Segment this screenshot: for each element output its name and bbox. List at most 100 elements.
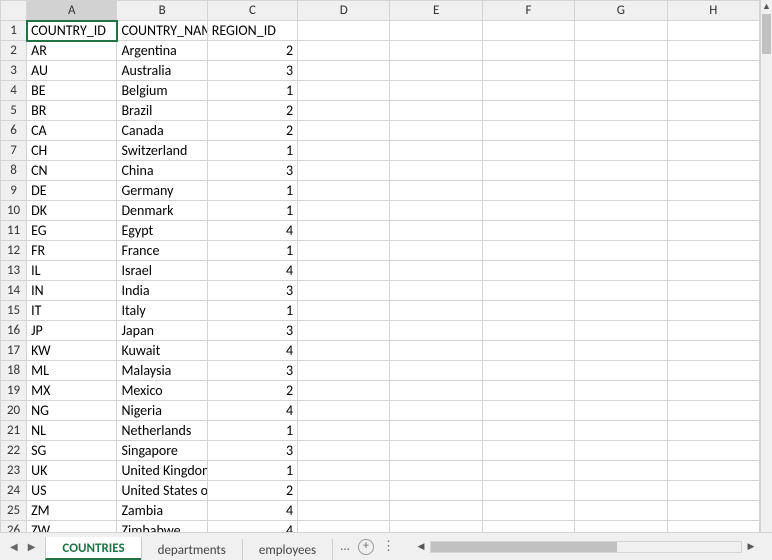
cell-G13[interactable] [575,261,667,281]
cell-D17[interactable] [298,341,390,361]
hscroll-thumb[interactable] [431,542,617,552]
cell-E21[interactable] [390,421,482,441]
row-header-17[interactable]: 17 [1,341,27,361]
cell-G24[interactable] [575,481,667,501]
cell-E7[interactable] [390,141,482,161]
row-header-21[interactable]: 21 [1,421,27,441]
cell-G15[interactable] [575,301,667,321]
cell-D22[interactable] [298,441,390,461]
cell-D15[interactable] [298,301,390,321]
column-header-D[interactable]: D [298,1,390,21]
sheet-tab-departments[interactable]: departments [141,539,243,560]
cell-B18[interactable]: Malaysia [117,361,207,381]
cell-G12[interactable] [575,241,667,261]
column-header-F[interactable]: F [482,1,574,21]
cell-D1[interactable] [298,21,390,41]
cell-C23[interactable]: 1 [207,461,297,481]
cell-F15[interactable] [482,301,574,321]
cell-E13[interactable] [390,261,482,281]
cell-E20[interactable] [390,401,482,421]
cell-A22[interactable]: SG [27,441,117,461]
cell-C9[interactable]: 1 [207,181,297,201]
cell-E26[interactable] [390,521,482,533]
cell-B6[interactable]: Canada [117,121,207,141]
cell-G20[interactable] [575,401,667,421]
cell-C22[interactable]: 3 [207,441,297,461]
cell-B2[interactable]: Argentina [117,41,207,61]
cell-E10[interactable] [390,201,482,221]
cell-H24[interactable] [667,481,759,501]
cell-F22[interactable] [482,441,574,461]
cell-D8[interactable] [298,161,390,181]
cell-D21[interactable] [298,421,390,441]
cell-A13[interactable]: IL [27,261,117,281]
cell-B24[interactable]: United States of America [117,481,207,501]
cell-C21[interactable]: 1 [207,421,297,441]
cell-H17[interactable] [667,341,759,361]
cell-B9[interactable]: Germany [117,181,207,201]
cell-G10[interactable] [575,201,667,221]
cell-C1[interactable]: REGION_ID [207,21,297,41]
cell-C15[interactable]: 1 [207,301,297,321]
cell-H13[interactable] [667,261,759,281]
cell-D25[interactable] [298,501,390,521]
cell-F16[interactable] [482,321,574,341]
cell-D7[interactable] [298,141,390,161]
cell-E12[interactable] [390,241,482,261]
row-header-11[interactable]: 11 [1,221,27,241]
cell-B21[interactable]: Netherlands [117,421,207,441]
column-header-C[interactable]: C [207,1,297,21]
cell-C18[interactable]: 3 [207,361,297,381]
cell-A3[interactable]: AU [27,61,117,81]
cell-F24[interactable] [482,481,574,501]
cell-C20[interactable]: 4 [207,401,297,421]
cell-F6[interactable] [482,121,574,141]
cell-B23[interactable]: United Kingdom [117,461,207,481]
cell-H12[interactable] [667,241,759,261]
cell-E11[interactable] [390,221,482,241]
cell-A11[interactable]: EG [27,221,117,241]
cell-F2[interactable] [482,41,574,61]
cell-E3[interactable] [390,61,482,81]
tab-overflow-label[interactable]: ... [340,539,350,554]
row-header-13[interactable]: 13 [1,261,27,281]
column-header-A[interactable]: A [27,1,117,21]
cell-H21[interactable] [667,421,759,441]
cell-G22[interactable] [575,441,667,461]
cell-E1[interactable] [390,21,482,41]
column-header-H[interactable]: H [667,1,759,21]
cell-A17[interactable]: KW [27,341,117,361]
vscroll-track[interactable] [761,14,772,518]
cell-H4[interactable] [667,81,759,101]
cell-E23[interactable] [390,461,482,481]
cell-G8[interactable] [575,161,667,181]
cell-F23[interactable] [482,461,574,481]
row-header-20[interactable]: 20 [1,401,27,421]
cell-D5[interactable] [298,101,390,121]
cell-E6[interactable] [390,121,482,141]
cell-B25[interactable]: Zambia [117,501,207,521]
cell-F18[interactable] [482,361,574,381]
cell-C13[interactable]: 4 [207,261,297,281]
cell-D26[interactable] [298,521,390,533]
cell-F1[interactable] [482,21,574,41]
cell-A15[interactable]: IT [27,301,117,321]
add-sheet-button[interactable]: + [358,539,374,555]
cell-F21[interactable] [482,421,574,441]
row-header-25[interactable]: 25 [1,501,27,521]
cell-B20[interactable]: Nigeria [117,401,207,421]
cell-E19[interactable] [390,381,482,401]
cell-H5[interactable] [667,101,759,121]
cell-C6[interactable]: 2 [207,121,297,141]
cell-C25[interactable]: 4 [207,501,297,521]
cell-C10[interactable]: 1 [207,201,297,221]
cell-D4[interactable] [298,81,390,101]
cell-C14[interactable]: 3 [207,281,297,301]
cell-G26[interactable] [575,521,667,533]
cell-B1[interactable]: COUNTRY_NAME [117,21,207,41]
cell-G14[interactable] [575,281,667,301]
cell-F17[interactable] [482,341,574,361]
cell-B15[interactable]: Italy [117,301,207,321]
cell-F5[interactable] [482,101,574,121]
cell-G16[interactable] [575,321,667,341]
